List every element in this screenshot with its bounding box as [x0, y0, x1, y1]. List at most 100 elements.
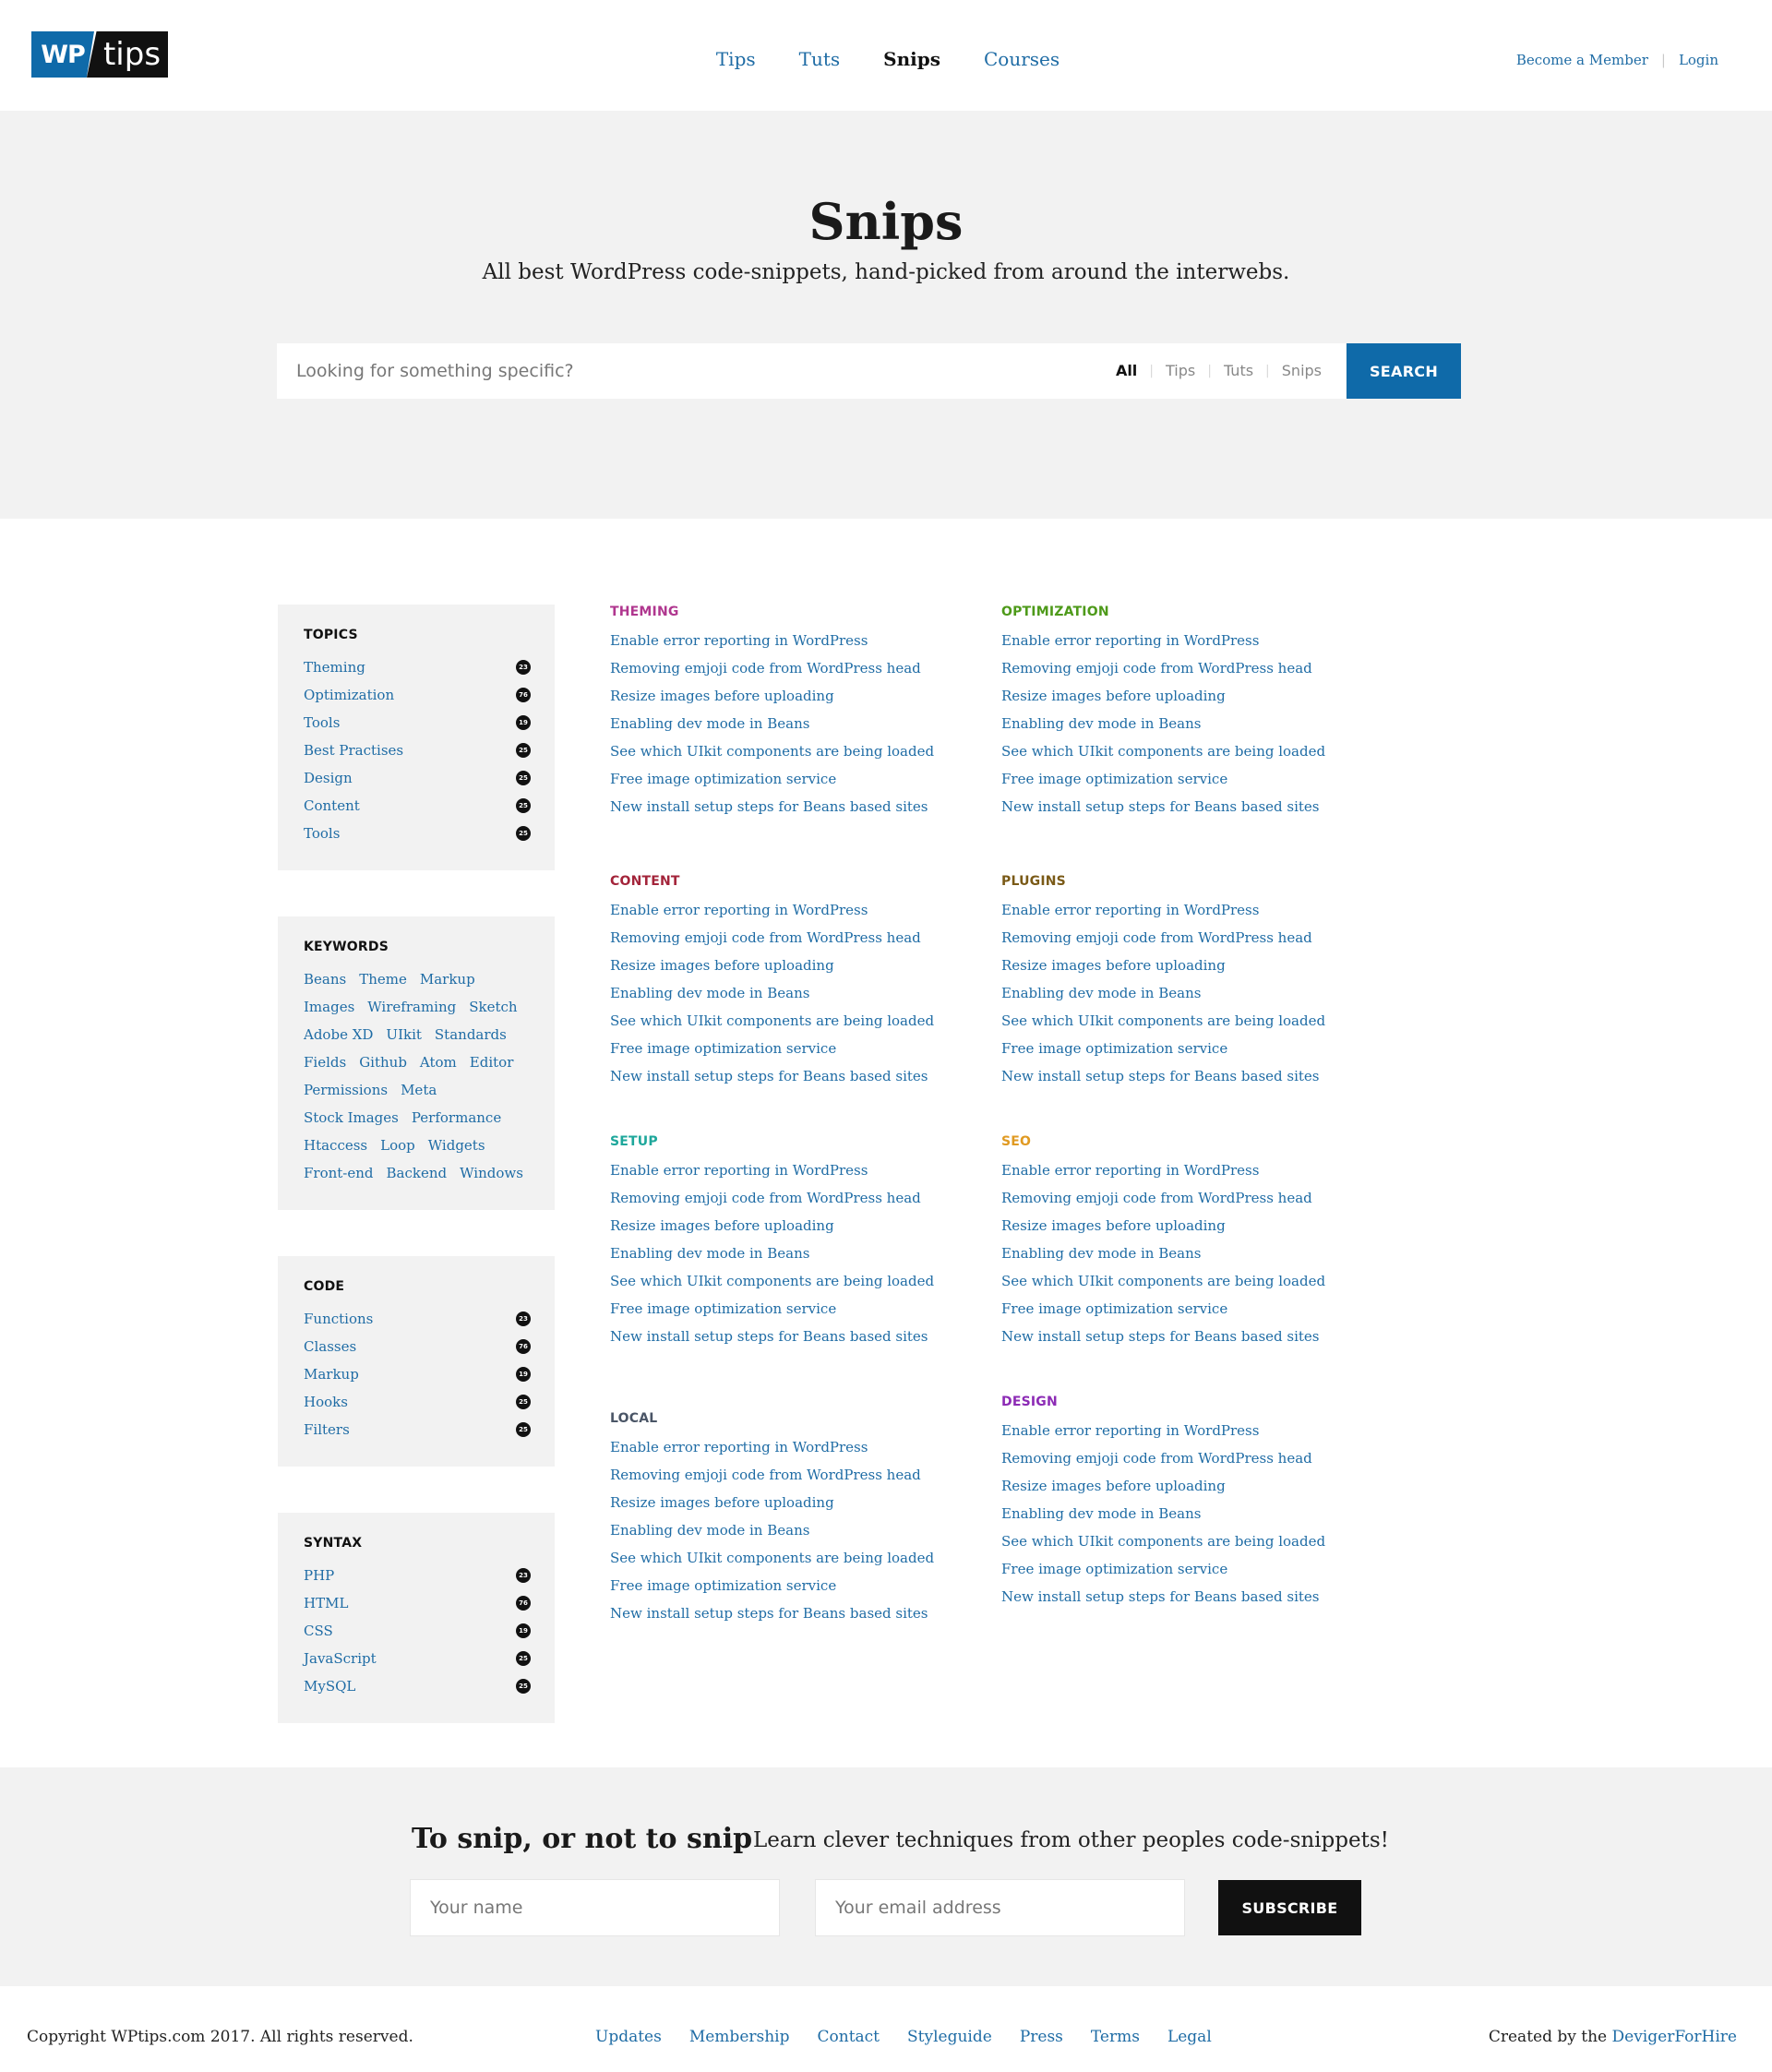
- snippet-link[interactable]: Enable error reporting in WordPress: [610, 902, 868, 918]
- snippet-link[interactable]: Resize images before uploading: [610, 957, 834, 974]
- snippet-link[interactable]: Removing emjoji code from WordPress head: [610, 660, 921, 677]
- snippet-link[interactable]: New install setup steps for Beans based …: [610, 1328, 928, 1345]
- snippet-link[interactable]: Enabling dev mode in Beans: [1001, 1245, 1201, 1262]
- keyword-tag[interactable]: Htaccess: [304, 1132, 367, 1159]
- filter-all[interactable]: All: [1116, 362, 1137, 379]
- snippet-link[interactable]: Enable error reporting in WordPress: [610, 632, 868, 649]
- snippet-link[interactable]: Free image optimization service: [1001, 1300, 1227, 1317]
- snippet-link[interactable]: Removing emjoji code from WordPress head: [610, 929, 921, 946]
- topic-link[interactable]: Tools: [304, 825, 340, 842]
- snippet-link[interactable]: Removing emjoji code from WordPress head: [610, 1190, 921, 1206]
- keyword-tag[interactable]: Github: [359, 1048, 407, 1076]
- nav-courses[interactable]: Courses: [984, 48, 1060, 70]
- snippet-link[interactable]: Resize images before uploading: [1001, 957, 1226, 974]
- credit-link[interactable]: DevigerForHire: [1612, 2028, 1737, 2046]
- topic-link[interactable]: Optimization: [304, 687, 394, 703]
- snippet-link[interactable]: Free image optimization service: [1001, 771, 1227, 787]
- syntax-link[interactable]: CSS: [304, 1623, 333, 1639]
- topic-link[interactable]: Theming: [304, 659, 365, 676]
- subscribe-button[interactable]: SUBSCRIBE: [1218, 1880, 1361, 1935]
- snippet-link[interactable]: Enabling dev mode in Beans: [1001, 715, 1201, 732]
- code-link[interactable]: Markup: [304, 1366, 359, 1383]
- keyword-tag[interactable]: Backend: [387, 1159, 448, 1187]
- snippet-link[interactable]: Free image optimization service: [1001, 1561, 1227, 1577]
- snippet-link[interactable]: New install setup steps for Beans based …: [610, 1068, 928, 1084]
- snippet-link[interactable]: New install setup steps for Beans based …: [610, 798, 928, 815]
- code-link[interactable]: Functions: [304, 1311, 373, 1327]
- filter-snips[interactable]: Snips: [1282, 362, 1322, 379]
- snippet-link[interactable]: Enable error reporting in WordPress: [1001, 1162, 1259, 1179]
- snippet-link[interactable]: Resize images before uploading: [1001, 688, 1226, 704]
- snippet-link[interactable]: Enable error reporting in WordPress: [610, 1439, 868, 1455]
- footer-link-press[interactable]: Press: [1020, 2028, 1063, 2046]
- keyword-tag[interactable]: Front-end: [304, 1159, 374, 1187]
- snippet-link[interactable]: Enable error reporting in WordPress: [1001, 632, 1259, 649]
- snippet-link[interactable]: New install setup steps for Beans based …: [610, 1605, 928, 1622]
- keyword-tag[interactable]: Sketch: [469, 993, 517, 1021]
- snippet-link[interactable]: Free image optimization service: [610, 1300, 836, 1317]
- keyword-tag[interactable]: Fields: [304, 1048, 346, 1076]
- name-field[interactable]: [410, 1879, 780, 1936]
- filter-tips[interactable]: Tips: [1166, 362, 1195, 379]
- snippet-link[interactable]: Enabling dev mode in Beans: [610, 1245, 809, 1262]
- snippet-link[interactable]: Enable error reporting in WordPress: [610, 1162, 868, 1179]
- snippet-link[interactable]: See which UIkit components are being loa…: [1001, 1273, 1325, 1289]
- snippet-link[interactable]: New install setup steps for Beans based …: [1001, 1328, 1319, 1345]
- syntax-link[interactable]: JavaScript: [304, 1650, 377, 1667]
- topic-link[interactable]: Best Practises: [304, 742, 403, 759]
- snippet-link[interactable]: Resize images before uploading: [610, 688, 834, 704]
- snippet-link[interactable]: Enabling dev mode in Beans: [610, 985, 809, 1001]
- keyword-tag[interactable]: Widgets: [428, 1132, 485, 1159]
- topic-link[interactable]: Content: [304, 797, 360, 814]
- become-member-link[interactable]: Become a Member: [1516, 52, 1648, 68]
- keyword-tag[interactable]: UIkit: [386, 1021, 421, 1048]
- keyword-tag[interactable]: Editor: [470, 1048, 514, 1076]
- footer-link-updates[interactable]: Updates: [595, 2028, 662, 2046]
- snippet-link[interactable]: Resize images before uploading: [610, 1494, 834, 1511]
- footer-link-terms[interactable]: Terms: [1091, 2028, 1140, 2046]
- search-button[interactable]: SEARCH: [1347, 343, 1461, 399]
- snippet-link[interactable]: See which UIkit components are being loa…: [610, 1550, 934, 1566]
- keyword-tag[interactable]: Adobe XD: [304, 1021, 373, 1048]
- footer-link-contact[interactable]: Contact: [818, 2028, 880, 2046]
- footer-link-legal[interactable]: Legal: [1167, 2028, 1212, 2046]
- snippet-link[interactable]: Free image optimization service: [1001, 1040, 1227, 1057]
- snippet-link[interactable]: Enabling dev mode in Beans: [610, 1522, 809, 1539]
- snippet-link[interactable]: Resize images before uploading: [1001, 1217, 1226, 1234]
- snippet-link[interactable]: Enabling dev mode in Beans: [1001, 1505, 1201, 1522]
- snippet-link[interactable]: Removing emjoji code from WordPress head: [1001, 929, 1312, 946]
- keyword-tag[interactable]: Windows: [460, 1159, 523, 1187]
- snippet-link[interactable]: See which UIkit components are being loa…: [1001, 743, 1325, 760]
- syntax-link[interactable]: HTML: [304, 1595, 348, 1611]
- login-link[interactable]: Login: [1679, 52, 1718, 68]
- nav-tips[interactable]: Tips: [716, 48, 756, 70]
- keyword-tag[interactable]: Markup: [420, 965, 475, 993]
- snippet-link[interactable]: Removing emjoji code from WordPress head: [1001, 1450, 1312, 1467]
- footer-link-styleguide[interactable]: Styleguide: [907, 2028, 992, 2046]
- snippet-link[interactable]: New install setup steps for Beans based …: [1001, 1068, 1319, 1084]
- footer-link-membership[interactable]: Membership: [689, 2028, 790, 2046]
- snippet-link[interactable]: Enable error reporting in WordPress: [1001, 902, 1259, 918]
- keyword-tag[interactable]: Beans: [304, 965, 346, 993]
- keyword-tag[interactable]: Atom: [420, 1048, 457, 1076]
- snippet-link[interactable]: See which UIkit components are being loa…: [1001, 1012, 1325, 1029]
- snippet-link[interactable]: Free image optimization service: [610, 771, 836, 787]
- snippet-link[interactable]: See which UIkit components are being loa…: [610, 743, 934, 760]
- snippet-link[interactable]: Enabling dev mode in Beans: [1001, 985, 1201, 1001]
- keyword-tag[interactable]: Loop: [380, 1132, 415, 1159]
- code-link[interactable]: Classes: [304, 1338, 356, 1355]
- code-link[interactable]: Hooks: [304, 1394, 348, 1410]
- snippet-link[interactable]: Removing emjoji code from WordPress head: [610, 1467, 921, 1483]
- nav-snips[interactable]: Snips: [883, 48, 940, 70]
- keyword-tag[interactable]: Theme: [359, 965, 407, 993]
- snippet-link[interactable]: See which UIkit components are being loa…: [610, 1012, 934, 1029]
- syntax-link[interactable]: PHP: [304, 1567, 334, 1584]
- keyword-tag[interactable]: Stock Images: [304, 1104, 399, 1132]
- snippet-link[interactable]: Resize images before uploading: [610, 1217, 834, 1234]
- snippet-link[interactable]: Free image optimization service: [610, 1040, 836, 1057]
- code-link[interactable]: Filters: [304, 1421, 350, 1438]
- keyword-tag[interactable]: Permissions: [304, 1076, 388, 1104]
- snippet-link[interactable]: New install setup steps for Beans based …: [1001, 1588, 1319, 1605]
- snippet-link[interactable]: See which UIkit components are being loa…: [610, 1273, 934, 1289]
- snippet-link[interactable]: Free image optimization service: [610, 1577, 836, 1594]
